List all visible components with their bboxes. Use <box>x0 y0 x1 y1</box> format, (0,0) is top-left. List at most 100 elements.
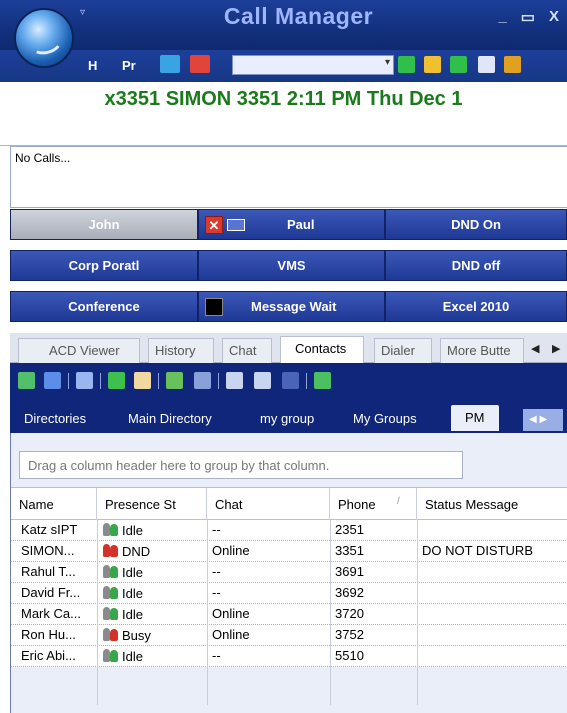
dnd-off-label: DND off <box>451 258 501 273</box>
presence-label: DND <box>122 544 151 559</box>
tab-history[interactable]: History <box>148 338 214 363</box>
dir-tab-scroll-icon[interactable]: ◀ ▶ <box>523 409 563 431</box>
list-icon[interactable] <box>282 372 299 389</box>
presence-idle-icon <box>102 648 120 664</box>
contact-chat: Online <box>212 606 250 621</box>
app-orb-icon[interactable] <box>14 8 74 68</box>
save-icon[interactable] <box>44 372 61 389</box>
combo-arrow-icon[interactable]: ▾ <box>385 57 390 68</box>
table-row[interactable]: Ron Hu... Busy Online 3752 <box>11 625 567 646</box>
corp-portal-label: Corp Poratl <box>68 258 140 273</box>
search-icon[interactable] <box>254 372 271 389</box>
dir-tab-pm[interactable]: PM <box>451 405 499 431</box>
window-title: Call Manager <box>223 3 374 29</box>
presence-dnd-icon <box>102 543 120 559</box>
column-header-status[interactable]: Status Message <box>417 488 567 520</box>
column-header-presence[interactable]: Presence St <box>97 488 207 520</box>
extension-status-text: x3351 SIMON 3351 2:11 PM Thu Dec 1 <box>104 88 463 110</box>
add-contact-icon[interactable] <box>166 372 183 389</box>
contacts-grid-panel: Drag a column header here to group by th… <box>10 433 567 713</box>
contact-name: Katz sIPT <box>21 522 78 537</box>
pickup-icon[interactable] <box>450 56 467 73</box>
contact-status-message <box>417 583 567 604</box>
conference-label: Conference <box>68 299 140 314</box>
contact-presence: Idle <box>97 646 207 667</box>
presence-label: Idle <box>122 607 143 622</box>
tab-contacts[interactable]: Contacts <box>280 336 364 364</box>
table-row[interactable]: Katz sIPT Idle -- 2351 <box>11 520 567 541</box>
dir-tab-my-groups[interactable]: My Groups <box>353 411 417 426</box>
h-button[interactable]: H <box>88 58 97 73</box>
calls-status-text: No Calls... <box>15 151 71 165</box>
minimize-button[interactable]: _ <box>498 8 506 26</box>
table-row[interactable]: Rahul T... Idle -- 3691 <box>11 562 567 583</box>
presence-idle-icon <box>102 522 120 538</box>
contact-status-message <box>417 520 567 541</box>
vms-button[interactable]: VMS <box>198 250 385 281</box>
corp-portal-button[interactable]: Corp Poratl <box>10 250 198 281</box>
import-icon[interactable] <box>314 372 331 389</box>
excel-label: Excel 2010 <box>442 299 510 314</box>
column-header-name[interactable]: Name <box>11 488 97 520</box>
tab-scroll-left-icon[interactable]: ◀ <box>531 342 539 355</box>
tab-acd-viewer[interactable]: ACD Viewer <box>18 338 140 363</box>
table-row[interactable]: Eric Abi... Idle -- 5510 <box>11 646 567 667</box>
column-header-chat[interactable]: Chat <box>207 488 330 520</box>
maximize-button[interactable]: ▭ <box>521 8 535 26</box>
dir-tab-directories[interactable]: Directories <box>24 411 86 426</box>
table-row[interactable]: David Fr... Idle -- 3692 <box>11 583 567 604</box>
edit-contact-icon[interactable] <box>194 372 211 389</box>
main-toolbar: H Pr ▾ <box>0 50 567 82</box>
group-by-hint[interactable]: Drag a column header here to group by th… <box>19 451 463 479</box>
paul-button[interactable]: ✕ Paul <box>198 209 385 240</box>
contact-name: SIMON... <box>21 543 75 558</box>
dial-combo[interactable]: ▾ <box>232 55 394 75</box>
expand-icon[interactable] <box>18 372 35 389</box>
john-button[interactable]: John <box>10 209 198 240</box>
dir-tab-my-group[interactable]: my group <box>260 411 314 426</box>
filter-icon[interactable] <box>226 372 243 389</box>
dnd-on-label: DND On <box>451 217 501 232</box>
tab-more-buttons[interactable]: More Butte <box>440 338 524 363</box>
dnd-on-button[interactable]: DND On <box>385 209 567 240</box>
answer-phone-icon[interactable] <box>160 55 180 73</box>
table-row[interactable]: Mark Ca... Idle Online 3720 <box>11 604 567 625</box>
contact-status-message <box>417 604 567 625</box>
conference-button[interactable]: Conference <box>10 291 198 322</box>
close-x-icon: ✕ <box>205 215 223 234</box>
contact-status-message <box>417 646 567 667</box>
column-header-phone[interactable]: Phone <box>330 488 417 520</box>
calls-list[interactable]: No Calls... <box>10 146 567 208</box>
tab-chat[interactable]: Chat <box>222 338 272 363</box>
contact-status-message <box>417 562 567 583</box>
message-wait-label: Message Wait <box>251 299 337 314</box>
pr-button[interactable]: Pr <box>122 58 136 73</box>
contact-phone: 5510 <box>335 648 364 663</box>
contact-name: Rahul T... <box>21 564 76 579</box>
transfer-icon[interactable] <box>398 56 415 73</box>
contact-name: Mark Ca... <box>21 606 81 621</box>
excel-button[interactable]: Excel 2010 <box>385 291 567 322</box>
close-button[interactable]: X <box>549 8 559 26</box>
hangup-phone-icon[interactable] <box>190 55 210 73</box>
contacts-icon[interactable] <box>504 56 521 73</box>
tab-dialer[interactable]: Dialer <box>374 338 432 363</box>
print-icon[interactable] <box>76 372 93 389</box>
vms-label: VMS <box>277 258 306 273</box>
dnd-off-button[interactable]: DND off <box>385 250 567 281</box>
contact-name: Ron Hu... <box>21 627 76 642</box>
contact-chat: -- <box>212 564 221 579</box>
dir-tab-main-directory[interactable]: Main Directory <box>128 411 212 426</box>
chat-icon[interactable] <box>134 372 151 389</box>
contact-phone: 3351 <box>335 543 364 558</box>
hold-icon[interactable] <box>424 56 441 73</box>
contacts-rows: Katz sIPT Idle -- 2351 SIMON... DND Online 3351… <box>11 520 567 667</box>
mail-icon[interactable] <box>478 56 495 73</box>
message-wait-button[interactable]: Message Wait <box>198 291 385 322</box>
dial-icon[interactable] <box>108 372 125 389</box>
tab-scroll-right-icon[interactable]: ▶ <box>552 342 560 355</box>
table-row[interactable]: SIMON... DND Online 3351 DO NOT DISTURB <box>11 541 567 562</box>
contact-name: Eric Abi... <box>21 648 76 663</box>
contact-phone: 3720 <box>335 606 364 621</box>
contact-chat: -- <box>212 648 221 663</box>
